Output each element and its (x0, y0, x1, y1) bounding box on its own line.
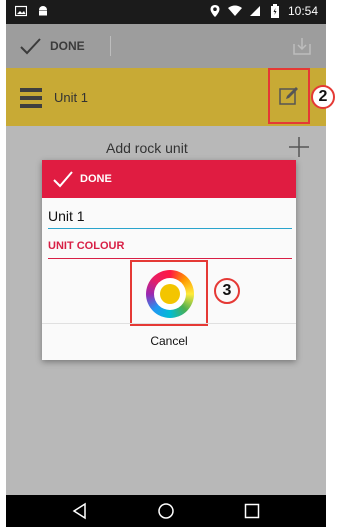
download-icon[interactable] (292, 36, 312, 56)
check-icon (18, 34, 42, 58)
callout-badge-2: 2 (311, 85, 335, 109)
unit-row[interactable]: Unit 1 (6, 68, 326, 126)
home-icon[interactable] (156, 501, 176, 521)
callout-badge-3: 3 (214, 278, 240, 304)
app-bar-divider (110, 36, 111, 56)
nav-bar (6, 495, 326, 527)
dialog-divider (42, 323, 296, 324)
drag-handle-icon[interactable] (20, 88, 44, 108)
signal-icon (248, 4, 262, 18)
dialog-done-label: DONE (80, 173, 112, 185)
selected-colour-swatch (160, 284, 180, 304)
cancel-button[interactable]: Cancel (42, 326, 296, 356)
image-icon (14, 4, 28, 18)
battery-icon (268, 4, 282, 18)
check-icon (52, 168, 74, 190)
recents-icon[interactable] (242, 501, 262, 521)
colour-wheel-icon[interactable] (146, 270, 194, 318)
edit-icon[interactable] (279, 86, 299, 106)
location-icon (208, 4, 222, 18)
done-button[interactable]: DONE (18, 34, 85, 58)
unit-colour-heading: UNIT COLOUR (48, 240, 292, 259)
colour-picker-highlight (130, 260, 208, 326)
plus-icon[interactable] (288, 136, 310, 158)
edit-highlight (268, 68, 310, 124)
unit-dialog: DONE UNIT COLOUR Cancel (42, 160, 296, 360)
dialog-done-button[interactable]: DONE (42, 160, 296, 198)
back-icon[interactable] (70, 501, 90, 521)
status-bar: 10:54 (6, 0, 326, 24)
phone-screen: 10:54 DONE Unit 1 Add rock unit DONE Uni… (6, 0, 326, 527)
app-bar: DONE (6, 24, 326, 68)
unit-name-input[interactable] (48, 204, 292, 229)
android-icon (36, 4, 50, 18)
add-rock-unit-label: Add rock unit (106, 140, 188, 156)
wifi-icon (227, 4, 242, 18)
unit-name-label: Unit 1 (54, 90, 88, 105)
status-time: 10:54 (287, 4, 318, 18)
done-label: DONE (50, 39, 85, 53)
